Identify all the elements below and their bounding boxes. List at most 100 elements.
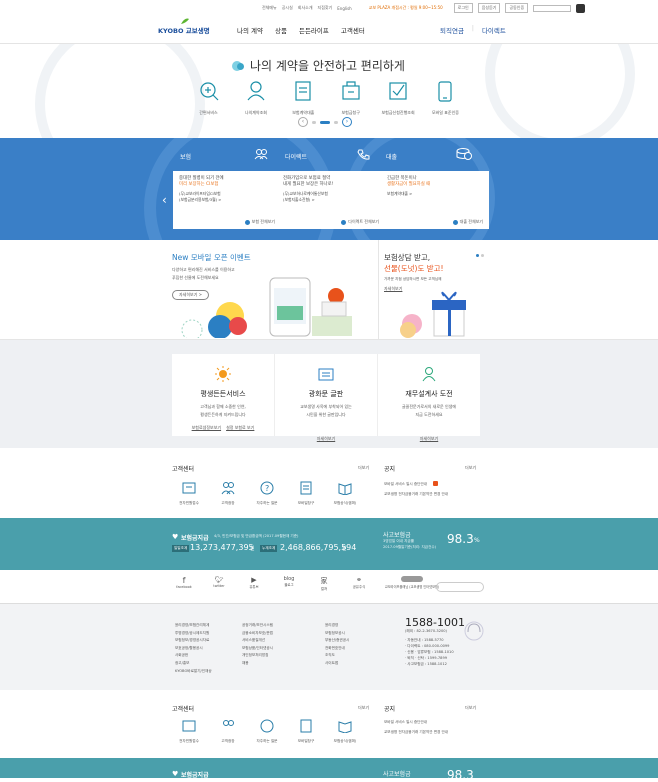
logo[interactable]: KYOBO 교보생명 [158,17,216,35]
cs-item-faq[interactable]: ? 자주하는 질문 [250,480,284,506]
footer-link[interactable]: 투명경영/공시제도지원 [175,630,212,638]
footer-link[interactable]: 서비스품질개선 [242,637,273,645]
hero-item-mobile[interactable]: 모바일 표준인증 [423,80,468,116]
cs-item-mobile[interactable]: 모바일창구 [289,480,323,506]
nav-item-contract[interactable]: 나의 계약 [237,25,263,35]
culture-link[interactable]: 家 컬쳐 [312,576,336,591]
service-board[interactable]: 광화문 글판 교보생명 사옥에 부착되어 있는 시민을 위한 글판입니다 자세히… [275,354,378,441]
cs-more-link[interactable]: 더보기 [358,465,369,471]
logo-text: KYOBO 교보생명 [158,27,210,35]
hero-item-claim[interactable]: 보험금청구 [328,80,373,116]
card-more-link[interactable]: 보험 전체보기 [252,219,275,225]
retirement-link[interactable]: 퇴직연금 [440,25,464,35]
prev-slide-icon[interactable]: ‹ [162,193,167,207]
headset-icon [464,621,484,641]
footer-link[interactable]: 조직도 [325,652,349,660]
facebook-link[interactable]: f facebook [172,576,196,591]
footer-link[interactable]: 부동산/증권공시 [325,637,349,645]
product-card-direct[interactable]: 전화가입으로 보험료 절약 내게 필요한 보장은 하나로! (무)교보하나로케어… [277,171,385,229]
pager-dot-active[interactable] [476,254,479,257]
notice-item[interactable]: 교보생명 전자금융거래 기본약관 변경 안내 [384,492,448,497]
footer-link[interactable]: 사회공헌 [175,652,212,660]
search-icon[interactable] [576,3,586,13]
footer-link[interactable]: 윤리경영 [325,622,349,630]
card-highlight: 내게 필요한 보장은 하나로! [283,182,334,187]
footer-link[interactable]: 보험정보공시 [325,630,349,638]
pager-dot[interactable] [481,254,484,257]
youtube-link[interactable]: ▶ 유튜브 [242,576,266,591]
card-more-link[interactable]: 대출 전체보기 [460,219,483,225]
hero-item-easy[interactable]: 간편서비스 [186,80,231,116]
ir-link[interactable]: ⚭ 공유주식 [347,576,371,591]
nav-item-products[interactable]: 상품 [275,25,287,35]
service-link[interactable]: 자세히보기 [420,436,438,441]
prev-arrow-icon[interactable]: ‹ [298,117,308,127]
product-card-insurance[interactable]: 중대한 질병이 되기 전에 미리 보장하는 CI보험 (무)교보라이프타임CI보… [173,171,281,229]
footer-link[interactable]: 광고/홍보 [175,660,212,668]
cs-item-plaza[interactable]: 고객광장 [211,480,245,506]
product-card-loan[interactable]: 긴급한 목돈이나 생활자금이 필요하실 때 보험계약대출 > 대출 전체보기 [381,171,489,229]
event-banner[interactable]: New 모바일 오픈 이벤트 다양하고 편리해진 서비스를 이용하고 푸짐한 선… [172,252,378,338]
footer-link[interactable]: 윤리경영/보험관리체계 [175,622,212,630]
gift-illustration [400,291,466,338]
lifeplanet-link[interactable]: 교보라이프플래닛 (교보생명 인터넷보험) [382,576,442,591]
hero-item-loan[interactable]: 보험계약대출 [281,80,326,116]
cs-item-knowledge[interactable]: 보험상식(캠퍼) [328,718,362,744]
pager-dot-active[interactable] [320,120,330,124]
cs-item-plaza[interactable]: 고객광장 [211,718,245,744]
util-link-company[interactable]: 회사소개 [298,5,313,11]
listen-button[interactable]: 음성듣기 [477,3,501,13]
footer-link[interactable]: 전화번호안내 [325,645,349,653]
footer-link[interactable]: 보호공정/활용공시 [175,645,212,653]
footer-link[interactable]: 사이트맵 [325,660,349,668]
footer-link[interactable]: 개인정보처리방침 [242,652,273,660]
service-link[interactable]: 보험료셈정보보기 [192,425,221,431]
service-desc: 글꼴전문가로서의 새로운 인생에 [401,404,457,409]
accident-label: 사고보험금 [383,771,411,778]
service-link[interactable]: 자세히보기 [317,436,335,441]
notice-item[interactable]: 교보생명 전자금융거래 기본약관 변경 안내 [384,730,448,735]
cs-item-faq[interactable]: 자주하는 질문 [250,718,284,744]
service-lifetime[interactable]: 평생든든서비스 고객님과 함께 소중한 인연, 평생든든하게 지켜드립니다 보험… [172,354,275,436]
nav-item-life[interactable]: 든든라이프 [299,25,329,35]
login-button[interactable]: 로그인 [453,3,473,13]
pager-dot[interactable] [334,120,338,124]
util-link-branch[interactable]: 지점찾기 [318,5,333,11]
footer-link[interactable]: 채용 [242,660,273,668]
notice-more-link[interactable]: 더보기 [465,705,476,711]
service-link[interactable]: 설정 보험료 보기 [226,425,254,431]
card-more-link[interactable]: 다이렉트 전체보기 [348,219,379,225]
cs-item-mobile[interactable]: 모바일창구 [289,718,323,744]
twitter-link[interactable]: 🐦︎ twitter [207,576,231,591]
cs-item-knowledge[interactable]: 보험상식(캠퍼) [328,480,362,506]
footer-link[interactable]: 공정거래/보안시스템 [242,622,273,630]
hero-item-label: 보험금신청진행조회 [381,110,415,115]
footer-link[interactable]: KYOBO바로알기/인재상 [175,668,212,676]
service-planner[interactable]: 재무설계사 도전 글꼴전문가로서의 새로운 인생에 지금 도전하세요 자세히보기 [378,354,480,441]
util-link-english[interactable]: English [337,6,351,11]
footer-link[interactable]: 금융소비자보호/준법 [242,630,273,638]
notice-item[interactable]: 모바일 서비스 일시 중단안내 [384,482,427,487]
util-link-notice[interactable]: 공시실 [282,5,293,11]
cs-item-complaint[interactable]: 전자민원접수 [172,718,206,744]
blog-link[interactable]: blog 블로그 [277,576,301,591]
notice-more-link[interactable]: 더보기 [465,465,476,471]
cert-button[interactable]: 공동인증 [505,3,529,13]
search-input[interactable] [533,4,572,12]
pager-dot[interactable] [312,120,316,124]
family-site-select[interactable] [436,582,484,592]
cs-more-link[interactable]: 더보기 [358,705,369,711]
util-link-menu[interactable]: 전체메뉴 [262,5,277,11]
direct-link[interactable]: 다이렉트 [482,25,506,35]
promo-banner[interactable]: 보험상담 받고, 선물(도넛)도 받고! 가까운 지점 상담하시면 모든 고객님… [384,252,484,338]
hero-item-status[interactable]: 보험금신청진행조회 [376,80,421,116]
cs-item-complaint[interactable]: 전자민원접수 [172,480,206,506]
next-arrow-icon[interactable]: › [342,117,352,127]
nav-item-cs[interactable]: 고객센터 [341,25,365,35]
footer-link[interactable]: 보험정보/경영공시자료 [175,637,212,645]
notice-item[interactable]: 모바일 서비스 일시 중단안내 [384,720,427,725]
hero-item-contract[interactable]: 나의계약조회 [233,80,278,116]
cs-item-label: 자주하는 질문 [256,501,278,505]
footer-link[interactable]: 보험상품/인터넷공시 [242,645,273,653]
promo-line1: 보험상담 받고, [384,253,431,262]
